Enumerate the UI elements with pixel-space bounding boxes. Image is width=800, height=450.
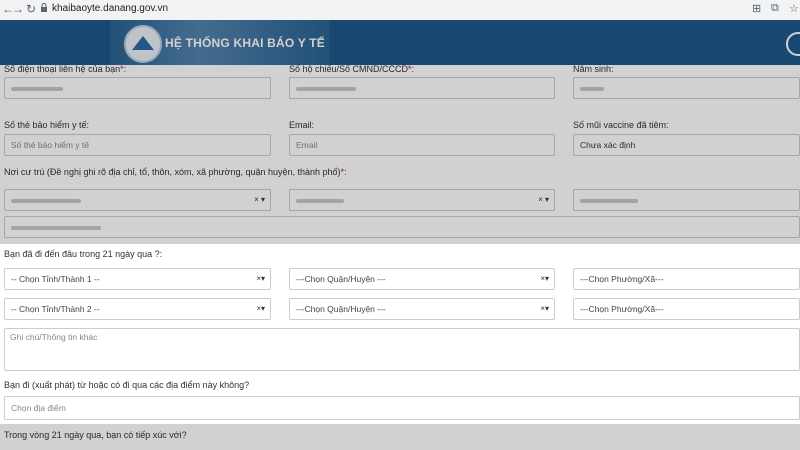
vaccine-select[interactable]: Chưa xác định: [573, 134, 800, 156]
notes-textarea[interactable]: Ghi chú/Thông tin khác: [4, 328, 800, 371]
departure-question-label: Bạn đi (xuất phát) từ hoặc có đi qua các…: [4, 380, 250, 390]
travel-district-2-controls[interactable]: ×▾: [540, 299, 549, 319]
site-logo[interactable]: [124, 25, 162, 63]
email-label: Email:: [289, 120, 315, 130]
travel-district-2-select[interactable]: ---Chọn Quận/Huyện --- ×▾: [289, 298, 555, 320]
email-input[interactable]: Email: [289, 134, 555, 156]
residence-district-select[interactable]: × ▾: [289, 189, 555, 211]
address-bar[interactable]: khaibaoyte.danang.gov.vn: [52, 3, 168, 14]
travel-ward-2-select[interactable]: ---Chọn Phường/Xã---: [573, 298, 800, 320]
lock-icon[interactable]: [40, 3, 48, 13]
travel-district-1-select[interactable]: ---Chọn Quận/Huyện --- ×▾: [289, 268, 555, 290]
browser-toolbar: ← → ↻ khaibaoyte.danang.gov.vn ⊞ ⧉ ☆: [0, 0, 800, 21]
travel-question-label: Bạn đã đi đến đâu trong 21 ngày qua ?:: [4, 249, 163, 259]
birth-year-input[interactable]: [573, 77, 800, 99]
residence-ward-select[interactable]: [573, 189, 800, 211]
travel-district-1-text: ---Chọn Quận/Huyện ---: [296, 274, 386, 284]
passport-label: Số hộ chiếu/Số CMND/CCCD*:: [289, 64, 415, 74]
travel-province-1-text: -- Chọn Tỉnh/Thành 1 --: [11, 274, 100, 284]
travel-province-1-controls[interactable]: ×▾: [256, 269, 265, 289]
location-select[interactable]: Chọn địa điểm: [4, 396, 800, 420]
travel-province-2-text: -- Chọn Tỉnh/Thành 2 --: [11, 304, 100, 314]
residence-address-input[interactable]: [4, 216, 800, 238]
extension-icon[interactable]: ⊞: [752, 2, 761, 15]
insurance-label: Số thẻ bảo hiểm y tế:: [4, 120, 90, 130]
site-header: HỆ THỐNG KHAI BÁO Y TẾ: [0, 20, 800, 65]
contact-question-label: Trong vòng 21 ngày qua, bạn có tiếp xúc …: [4, 430, 187, 440]
star-icon[interactable]: ☆: [789, 2, 799, 15]
travel-province-2-select[interactable]: -- Chọn Tỉnh/Thành 2 -- ×▾: [4, 298, 271, 320]
travel-district-2-text: ---Chọn Quận/Huyện ---: [296, 304, 386, 314]
travel-province-2-controls[interactable]: ×▾: [256, 299, 265, 319]
residence-province-select[interactable]: × ▾: [4, 189, 271, 211]
insurance-input[interactable]: Số thẻ bảo hiểm y tế: [4, 134, 271, 156]
birth-year-label: Năm sinh:: [573, 64, 614, 74]
phone-input[interactable]: [4, 77, 271, 99]
user-icon[interactable]: [786, 32, 800, 56]
translate-icon[interactable]: ⧉: [771, 2, 779, 15]
travel-province-1-select[interactable]: -- Chọn Tỉnh/Thành 1 -- ×▾: [4, 268, 271, 290]
phone-label: Số điện thoại liên hệ của bạn*:: [4, 64, 127, 74]
reload-icon[interactable]: ↻: [26, 2, 36, 16]
residence-label: Nơi cư trú (Đề nghị ghi rõ địa chỉ, tổ, …: [4, 167, 347, 177]
site-title: HỆ THỐNG KHAI BÁO Y TẾ: [165, 36, 325, 50]
passport-input[interactable]: [289, 77, 555, 99]
vaccine-label: Số mũi vaccine đã tiêm:: [573, 120, 669, 130]
forward-arrow-icon[interactable]: →: [12, 2, 24, 16]
travel-ward-1-select[interactable]: ---Chọn Phường/Xã---: [573, 268, 800, 290]
travel-district-1-controls[interactable]: ×▾: [540, 269, 549, 289]
